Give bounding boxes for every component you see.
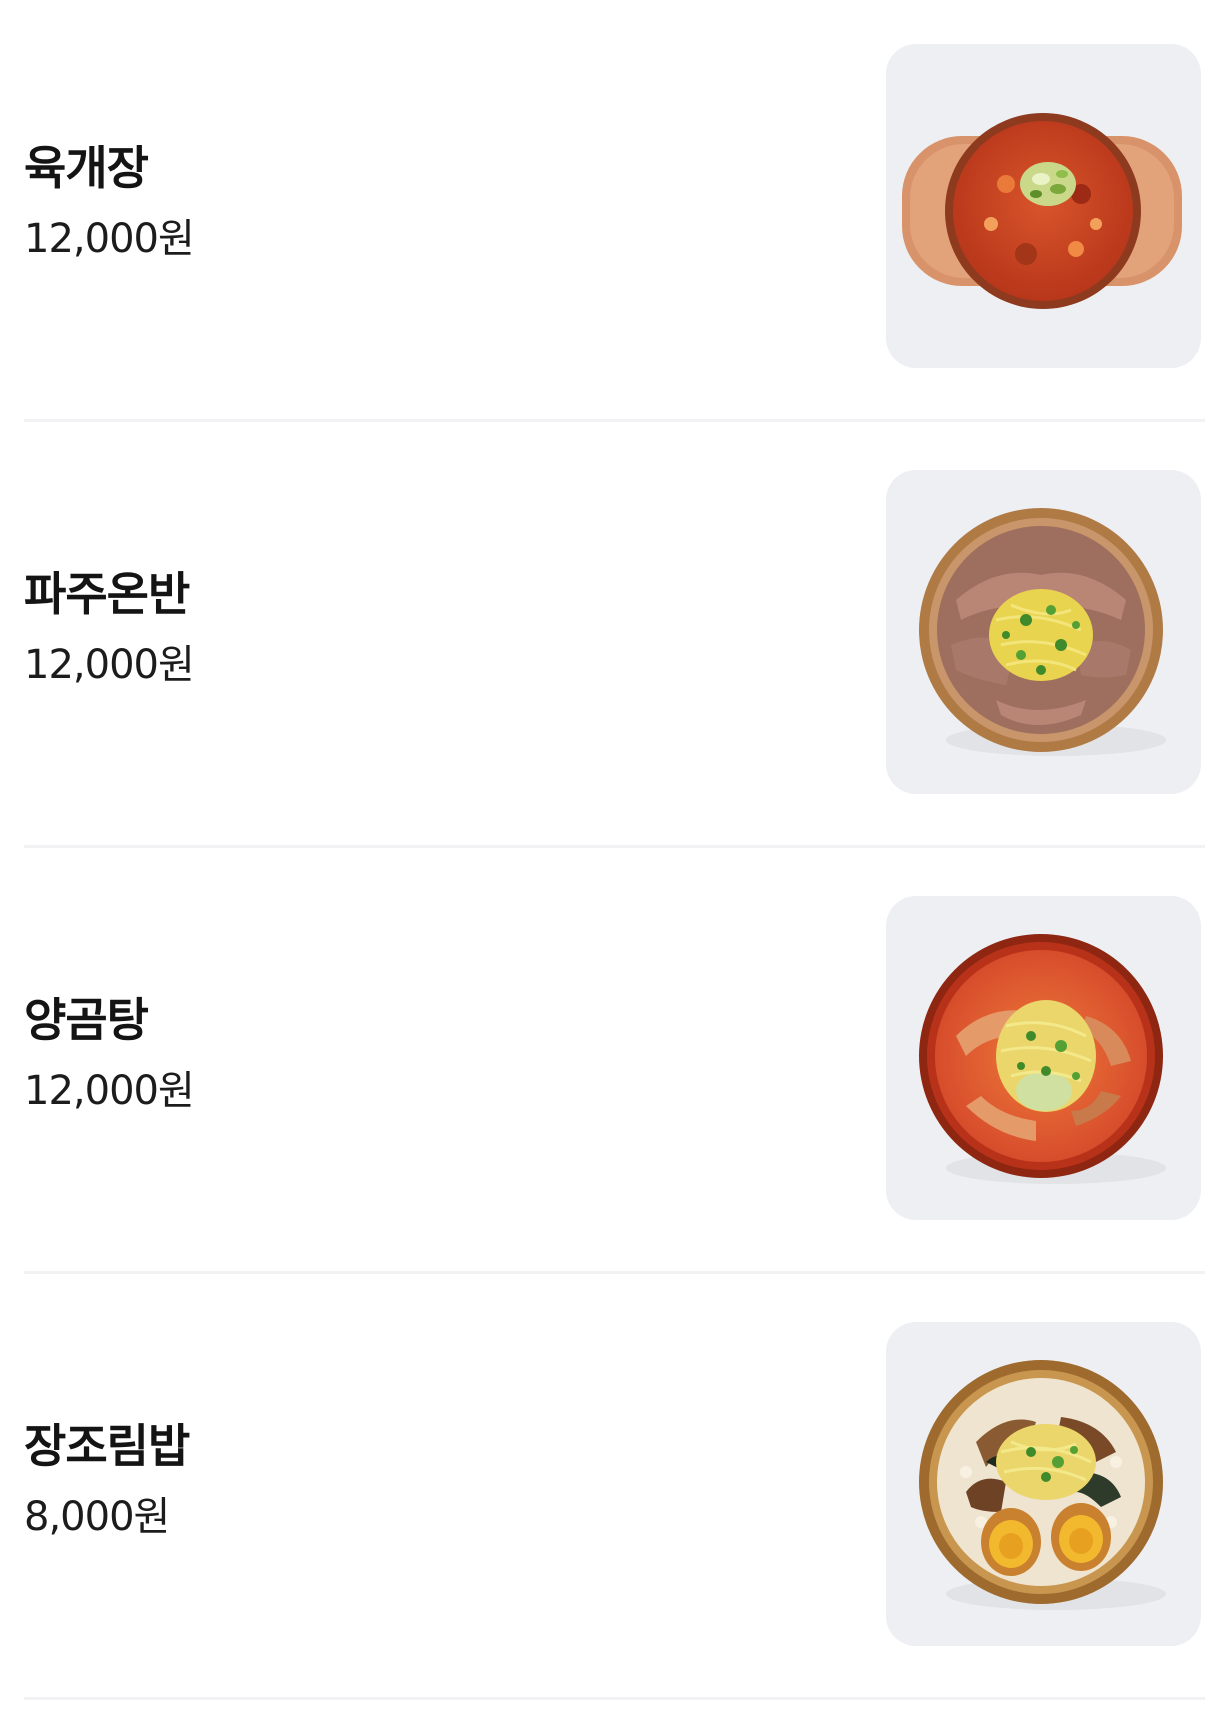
menu-item-yanggomtang[interactable]: 양곰탕 12,000원 <box>0 852 1215 1278</box>
pajuonban-dish-image <box>886 470 1201 794</box>
menu-item-name: 육개장 <box>24 141 149 195</box>
item-divider <box>24 845 1205 848</box>
menu-item-yukgaejang[interactable]: 육개장 12,000원 <box>0 0 1215 426</box>
menu-item-price: 8,000원 <box>24 1494 170 1540</box>
jangjorimbap-dish-image <box>886 1322 1201 1646</box>
menu-item-pajuonban[interactable]: 파주온반 12,000원 <box>0 426 1215 852</box>
menu-item-name: 양곰탕 <box>24 993 149 1047</box>
menu-item-name: 장조림밥 <box>24 1419 190 1473</box>
item-divider <box>24 419 1205 422</box>
menu-list: 육개장 12,000원 파주온반 12,000원 양곰탕 12,000원 장조림… <box>0 0 1215 1722</box>
menu-item-price: 12,000원 <box>24 642 195 688</box>
item-divider <box>24 1271 1205 1274</box>
yanggomtang-dish-image <box>886 896 1201 1220</box>
menu-item-jangjorimbap[interactable]: 장조림밥 8,000원 <box>0 1278 1215 1704</box>
menu-item-price: 12,000원 <box>24 1068 195 1114</box>
yukgaejang-dish-image <box>886 44 1201 368</box>
item-divider <box>24 1697 1205 1700</box>
menu-item-price: 12,000원 <box>24 216 195 262</box>
menu-item-name: 파주온반 <box>24 567 190 621</box>
